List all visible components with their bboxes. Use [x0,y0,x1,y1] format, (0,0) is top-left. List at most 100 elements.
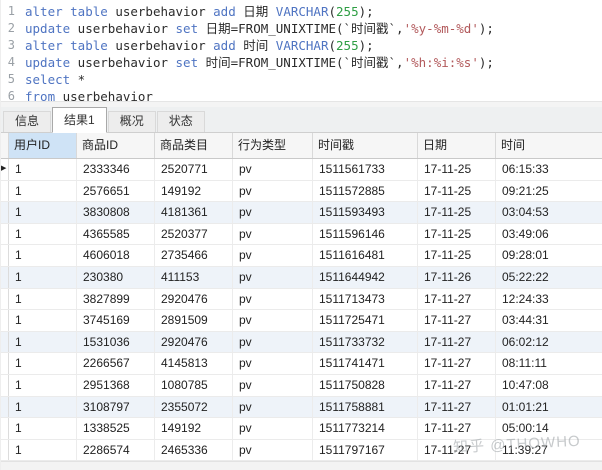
cell[interactable]: 1511616481 [313,245,418,266]
cell[interactable]: 1 [9,224,77,245]
column-header-时间[interactable]: 时间 [496,133,602,158]
table-row[interactable]: 11338525149192pv151177321417-11-2705:00:… [1,418,602,440]
cell[interactable]: 01:01:21 [496,397,602,418]
cell[interactable]: 17-11-27 [418,440,496,461]
table-row[interactable]: ▶123333462520771pv151156173317-11-2506:1… [1,159,602,181]
cell[interactable]: 17-11-27 [418,418,496,439]
sql-line[interactable]: 5select * [1,71,602,88]
cell[interactable]: 1 [9,159,77,180]
cell[interactable]: 17-11-27 [418,310,496,331]
cell[interactable]: 09:21:25 [496,181,602,202]
cell[interactable]: 2266567 [77,353,155,374]
cell[interactable]: pv [233,332,313,353]
cell[interactable]: 03:49:06 [496,224,602,245]
cell[interactable]: pv [233,181,313,202]
cell[interactable]: 4181361 [155,202,233,223]
cell[interactable]: 05:00:14 [496,418,602,439]
cell[interactable]: 1 [9,310,77,331]
cell[interactable]: 09:28:01 [496,245,602,266]
cell[interactable]: 17-11-27 [418,397,496,418]
cell[interactable]: pv [233,289,313,310]
cell[interactable]: pv [233,267,313,288]
cell[interactable]: 17-11-27 [418,375,496,396]
cell[interactable]: 1 [9,397,77,418]
tab-概况[interactable]: 概况 [108,111,156,132]
cell[interactable]: 2333346 [77,159,155,180]
sql-line[interactable]: 2update userbehavior set 日期=FROM_UNIXTIM… [1,20,602,37]
table-row[interactable]: 115310362920476pv151173373217-11-2706:02… [1,332,602,354]
tab-状态[interactable]: 状态 [157,111,205,132]
cell[interactable]: 1 [9,353,77,374]
tab-信息[interactable]: 信息 [3,111,51,132]
table-row[interactable]: 138278992920476pv151171347317-11-2712:24… [1,289,602,311]
cell[interactable]: 1 [9,245,77,266]
cell[interactable]: 2520771 [155,159,233,180]
cell[interactable]: 03:04:53 [496,202,602,223]
cell[interactable]: 4606018 [77,245,155,266]
cell[interactable]: 1 [9,181,77,202]
cell[interactable]: 3827899 [77,289,155,310]
table-row[interactable]: 1230380411153pv151164494217-11-2605:22:2… [1,267,602,289]
cell[interactable]: pv [233,224,313,245]
cell[interactable]: 1511644942 [313,267,418,288]
cell[interactable]: 03:44:31 [496,310,602,331]
cell[interactable]: 17-11-27 [418,289,496,310]
cell[interactable]: pv [233,375,313,396]
cell[interactable]: 2920476 [155,289,233,310]
cell[interactable]: pv [233,440,313,461]
cell[interactable]: 411153 [155,267,233,288]
sql-line[interactable]: 3alter table userbehavior add 时间 VARCHAR… [1,37,602,54]
column-header-商品ID[interactable]: 商品ID [77,133,155,158]
cell[interactable]: 149192 [155,418,233,439]
sql-line[interactable]: 4update userbehavior set 时间=FROM_UNIXTIM… [1,54,602,71]
cell[interactable]: 1 [9,289,77,310]
cell[interactable]: 17-11-25 [418,202,496,223]
cell[interactable]: 4365585 [77,224,155,245]
cell[interactable]: 08:11:11 [496,353,602,374]
cell[interactable]: pv [233,245,313,266]
cell[interactable]: 12:24:33 [496,289,602,310]
cell[interactable]: 1511758881 [313,397,418,418]
tab-结果1[interactable]: 结果1 [52,107,107,133]
table-row[interactable]: 131087972355072pv151175888117-11-2701:01… [1,397,602,419]
cell[interactable]: 1511741471 [313,353,418,374]
cell[interactable]: 2465336 [155,440,233,461]
cell[interactable]: 2520377 [155,224,233,245]
cell[interactable]: 230380 [77,267,155,288]
cell[interactable]: 1511561733 [313,159,418,180]
cell[interactable]: pv [233,202,313,223]
cell[interactable]: 17-11-27 [418,332,496,353]
table-row[interactable]: 129513681080785pv151175082817-11-2710:47… [1,375,602,397]
cell[interactable]: pv [233,397,313,418]
cell[interactable]: 17-11-25 [418,159,496,180]
cell[interactable]: 2735466 [155,245,233,266]
cell[interactable]: 2891509 [155,310,233,331]
cell[interactable]: pv [233,353,313,374]
sql-editor[interactable]: 1alter table userbehavior add 日期 VARCHAR… [1,0,602,101]
cell[interactable]: 1511725471 [313,310,418,331]
cell[interactable]: 1511593493 [313,202,418,223]
cell[interactable]: 17-11-27 [418,353,496,374]
cell[interactable]: 1511572885 [313,181,418,202]
cell[interactable]: 2355072 [155,397,233,418]
cell[interactable]: 3745169 [77,310,155,331]
cell[interactable]: 17-11-26 [418,267,496,288]
cell[interactable]: 1 [9,440,77,461]
cell[interactable]: 3108797 [77,397,155,418]
cell[interactable]: 17-11-25 [418,224,496,245]
cell[interactable]: 1338525 [77,418,155,439]
table-row[interactable]: 122665674145813pv151174147117-11-2708:11… [1,353,602,375]
cell[interactable]: 1080785 [155,375,233,396]
column-header-时间戳[interactable]: 时间戳 [313,133,418,158]
cell[interactable]: 2286574 [77,440,155,461]
cell[interactable]: 4145813 [155,353,233,374]
cell[interactable]: 17-11-25 [418,181,496,202]
cell[interactable]: 1511750828 [313,375,418,396]
cell[interactable]: 149192 [155,181,233,202]
table-row[interactable]: 143655852520377pv151159614617-11-2503:49… [1,224,602,246]
table-row[interactable]: 122865742465336pv151179716717-11-2711:39… [1,440,602,462]
cell[interactable]: 2576651 [77,181,155,202]
cell[interactable]: 1 [9,418,77,439]
cell[interactable]: 05:22:22 [496,267,602,288]
cell[interactable]: 17-11-25 [418,245,496,266]
